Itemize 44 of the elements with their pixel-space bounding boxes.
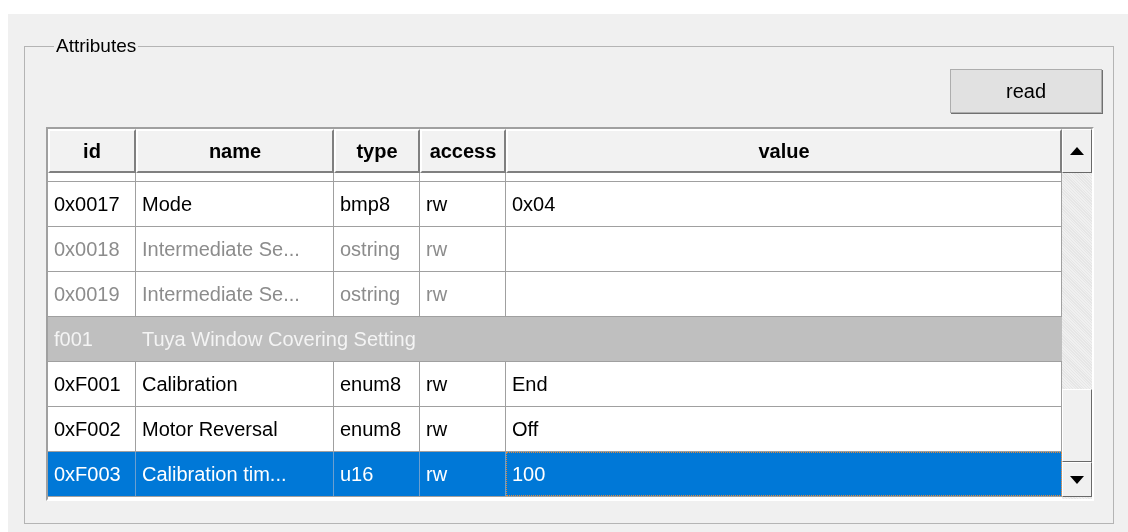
table-cell: 0xF002 — [54, 417, 121, 441]
table-cell: enum8 — [340, 417, 402, 441]
table-cell: 0xF001 — [54, 372, 121, 396]
table-cell: Motor Reversal — [142, 417, 278, 441]
column-header[interactable]: value — [506, 129, 1062, 173]
table-cell: 0x0018 — [54, 237, 120, 261]
table-cell: rw — [426, 192, 448, 216]
table-cell: Intermediate Se... — [142, 282, 300, 306]
table-cell: Intermediate Se... — [142, 237, 300, 261]
column-header[interactable]: type — [334, 129, 420, 173]
table-cell: rw — [426, 282, 448, 306]
table-cell: ostring — [340, 237, 401, 261]
table-cell: rw — [426, 417, 448, 441]
table-cell: 0x04 — [512, 192, 556, 216]
column-header[interactable]: access — [420, 129, 506, 173]
table-cell: bmp8 — [340, 192, 391, 216]
table-cell: Off — [512, 417, 539, 441]
table-cell: Calibration — [142, 372, 238, 396]
table-cell: End — [512, 372, 548, 396]
table-row[interactable]: 0x0017 Mode bmp8 rw 0x04 — [48, 182, 1062, 227]
table-cell: rw — [426, 237, 448, 261]
table-cell: u16 — [340, 462, 374, 486]
down-triangle-icon — [1070, 475, 1084, 484]
table-cell: 0x0019 — [54, 282, 120, 306]
table-cell: Mode — [142, 192, 193, 216]
scroll-up-button[interactable] — [1062, 129, 1092, 173]
table-row[interactable]: 0xF001 Calibration enum8 rw End — [48, 362, 1062, 407]
table-cell: ostring — [340, 282, 401, 306]
column-header[interactable]: name — [136, 129, 334, 173]
table-cell: Calibration tim... — [142, 462, 287, 486]
column-header[interactable]: id — [48, 129, 136, 173]
scrollbar-thumb[interactable] — [1062, 389, 1092, 462]
table-row[interactable]: 0xF003 Calibration tim... u16 rw 100 — [48, 452, 1062, 497]
group-title: Attributes — [55, 35, 138, 57]
table-cell: rw — [426, 462, 448, 486]
table-cell: 0x0017 — [54, 192, 120, 216]
scrollbar[interactable] — [1062, 129, 1092, 499]
table-cell: enum8 — [340, 372, 402, 396]
up-triangle-icon — [1070, 147, 1084, 155]
table-cell: 0xF003 — [54, 462, 121, 486]
table-cell: 100 — [512, 462, 546, 486]
scroll-down-button[interactable] — [1062, 462, 1092, 497]
table-cell: rw — [426, 372, 448, 396]
read-button[interactable]: read — [950, 69, 1102, 113]
